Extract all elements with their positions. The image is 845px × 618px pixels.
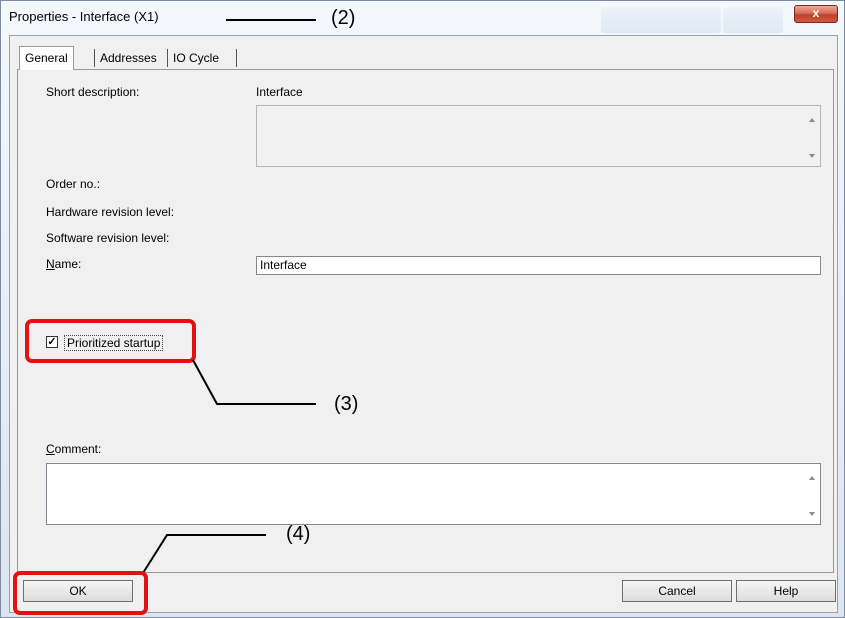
close-button[interactable]: x	[794, 5, 838, 23]
tab-general[interactable]: General	[19, 46, 74, 70]
highlight-box-4	[13, 571, 148, 615]
background-window-ghost	[601, 7, 721, 33]
tab-separator	[236, 49, 237, 67]
highlight-box-3	[25, 319, 196, 363]
annotation-3: (3)	[334, 393, 359, 415]
cancel-button[interactable]: Cancel	[622, 580, 732, 602]
short-description-label: Short description:	[46, 85, 140, 99]
scroll-down-icon[interactable]	[809, 154, 815, 158]
name-label: Name:	[46, 257, 81, 271]
name-label-accel: N	[46, 257, 55, 271]
tab-label: Addresses	[100, 51, 157, 65]
annotation-4: (4)	[286, 523, 311, 545]
window-title: Properties - Interface (X1)	[9, 9, 159, 24]
annotation-leader-3	[192, 359, 316, 405]
hardware-revision-label: Hardware revision level:	[46, 205, 175, 219]
scroll-up-icon[interactable]	[809, 476, 815, 480]
short-description-value: Interface	[256, 85, 303, 99]
name-label-text: ame:	[54, 257, 82, 271]
name-input[interactable]: Interface	[256, 256, 821, 275]
tab-io-cycle[interactable]: IO Cycle	[168, 47, 225, 69]
tab-label: General	[25, 51, 68, 65]
annotation-2: (2)	[331, 7, 356, 29]
close-icon: x	[812, 6, 820, 20]
scroll-up-icon[interactable]	[809, 118, 815, 122]
order-no-label: Order no.:	[46, 177, 101, 191]
comment-label-accel: C	[46, 442, 55, 456]
properties-dialog: Properties - Interface (X1) x (2) Genera…	[0, 0, 845, 618]
comment-textarea[interactable]	[46, 463, 821, 525]
scroll-down-icon[interactable]	[809, 512, 815, 516]
description-scrollbar[interactable]	[804, 106, 820, 166]
comment-scrollbar[interactable]	[804, 464, 820, 524]
tab-addresses[interactable]: Addresses	[95, 47, 162, 69]
software-revision-label: Software revision level:	[46, 231, 170, 245]
annotation-leader-2	[226, 19, 316, 21]
annotation-leader-4	[142, 534, 266, 574]
comment-label-text: omment:	[54, 442, 102, 456]
comment-label: Comment:	[46, 442, 101, 456]
background-window-ghost	[723, 7, 783, 33]
help-button[interactable]: Help	[736, 580, 836, 602]
description-box	[256, 105, 821, 167]
tab-label: IO Cycle	[173, 51, 220, 65]
